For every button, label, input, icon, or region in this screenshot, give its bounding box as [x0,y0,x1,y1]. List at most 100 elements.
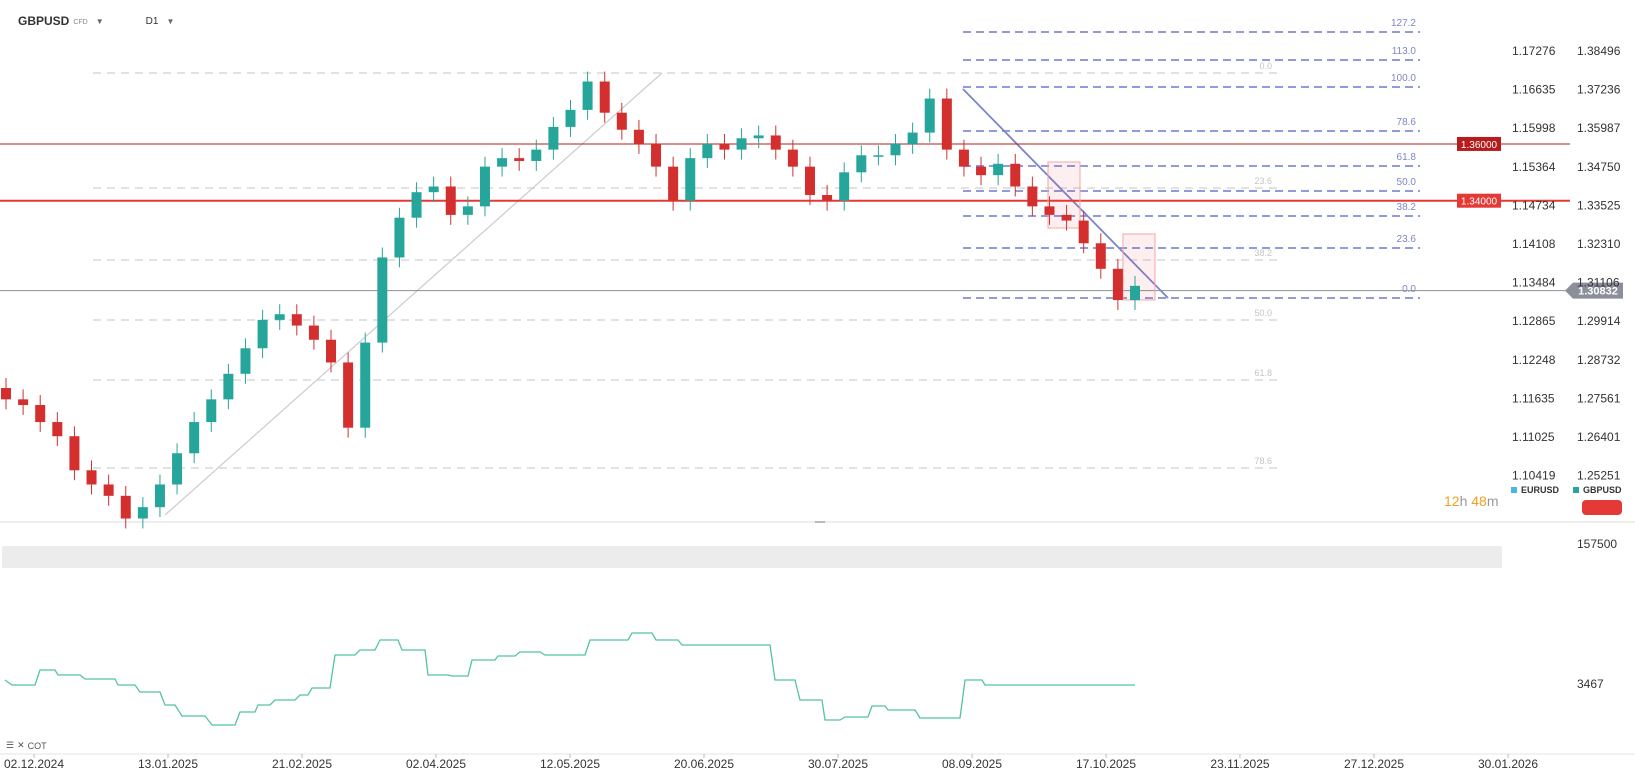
candle-body [668,166,679,201]
candle-body [1095,243,1106,269]
candle-countdown: 12h 48m [1444,493,1499,509]
candle-body [616,112,627,130]
price-scale-right-label: 1.35987 [1577,121,1621,135]
x-axis-label: 12.05.2025 [540,757,600,771]
symbol-type: CFD [73,19,88,26]
x-axis-label: 08.09.2025 [942,757,1002,771]
candle-body [18,399,29,406]
candles-group [1,71,1140,529]
candle-body [1044,206,1055,215]
candle-body [86,470,97,485]
candle-body [103,484,114,496]
candle-body [1078,220,1089,244]
level-price-text: 1.34000 [1461,197,1498,208]
candle-body [993,163,1004,176]
candle-body [514,158,525,161]
candle-body [804,166,815,196]
candle-body [154,484,165,508]
candle-body [343,362,354,428]
chart-canvas[interactable]: 0.0 23.6 38.2 50.0 61.8 78.6 127.2 113.0 100.0 78… [0,0,1635,779]
candle-body [189,422,200,454]
fib-right-label: 23.6 [1397,234,1417,245]
countdown-hours-unit: h [1459,493,1468,509]
price-scale-right-label: 1.38496 [1577,44,1621,58]
panel-resize-handle [815,521,825,523]
candle-body [958,149,969,167]
x-axis-label: 20.06.2025 [674,757,734,771]
fib-right-label: 127.2 [1391,18,1416,29]
candle-body [924,98,935,133]
legend-item-eurusd[interactable]: EURUSD [1511,485,1559,495]
candle-body [206,399,217,423]
candle-body [291,314,302,326]
price-scale-left-label: 1.12865 [1512,314,1556,328]
candle-body [702,143,713,159]
price-scale-left-label: 1.11635 [1512,391,1555,405]
candle-body [531,149,542,161]
fib-left-label: 23.6 [1254,176,1272,186]
cot-panel-label: ☰ ✕ COT [6,740,47,751]
x-axis-label: 21.02.2025 [272,757,332,771]
price-scale-right-label: 1.26401 [1577,430,1621,444]
countdown-hours: 12 [1444,493,1460,509]
candle-body [377,257,388,343]
x-axis-label: 30.07.2025 [808,757,868,771]
price-scale-left-label: 1.16635 [1512,83,1556,97]
x-axis-label: 02.12.2024 [4,757,64,771]
timeframe-dropdown-icon[interactable]: ▼ [166,17,174,26]
candle-body [326,339,337,363]
fib-right-label: 78.6 [1397,117,1417,128]
fib-left-label: 50.0 [1254,308,1272,318]
x-axis-label: 13.01.2025 [138,757,198,771]
candle-body [462,206,473,215]
candle-body [770,135,781,150]
level-price-text: 1.36000 [1461,140,1498,151]
candle-body [651,143,662,167]
price-scale-right-label: 1.28732 [1577,353,1621,367]
candle-body [941,98,952,150]
fib-left-label: 0.0 [1259,61,1272,71]
candle-body [1061,214,1072,221]
candle-body [822,195,833,201]
price-scale-right-label: 1.29914 [1577,314,1621,328]
price-scale-right-label: 1.32310 [1577,237,1621,251]
candle-body [308,325,319,340]
candle-body [1027,186,1038,207]
countdown-minutes-unit: m [1486,493,1499,509]
price-scale-right-label: 1.31106 [1577,276,1620,290]
settings-icon[interactable]: ☰ [6,740,14,751]
candle-body [445,186,456,215]
timeframe-selector[interactable]: D1 [146,16,159,27]
price-scale-left-label: 1.15998 [1512,121,1556,135]
candle-body [890,143,901,156]
candle-body [907,132,918,144]
fib-right-label: 61.8 [1397,152,1417,163]
price-scale-left-label: 1.14734 [1512,198,1556,212]
x-axis-label: 27.12.2025 [1344,757,1404,771]
candle-body [1010,163,1021,187]
symbol-name[interactable]: GBPUSD [18,14,69,28]
price-scale-right-label: 1.27561 [1577,391,1621,405]
price-scale-right-label: 1.34750 [1577,160,1621,174]
fib-right-label: 100.0 [1391,73,1416,84]
fib-right-label: 113.0 [1392,46,1417,57]
cot-line [4,632,1135,726]
fib-right-label: 50.0 [1397,177,1417,188]
candle-body [479,166,490,207]
close-icon[interactable]: ✕ [17,740,25,751]
sell-button[interactable] [1582,500,1622,515]
candle-body [35,405,46,423]
candle-body [360,342,371,428]
candle-body [787,149,798,167]
x-axis-label: 30.01.2026 [1478,757,1538,771]
legend-item-gbpusd[interactable]: GBPUSD [1573,485,1622,495]
symbol-dropdown-icon[interactable]: ▼ [96,17,104,26]
price-scale-right-label: 1.37236 [1577,83,1621,97]
legend-swatch-icon [1511,487,1517,493]
candle-body [582,81,593,110]
fib-right-label: 0.0 [1402,284,1416,295]
candle-body [856,155,867,173]
price-scale-left-label: 1.12248 [1512,353,1556,367]
candle-body [685,158,696,201]
price-scale-right-label: 1.25251 [1577,469,1621,483]
